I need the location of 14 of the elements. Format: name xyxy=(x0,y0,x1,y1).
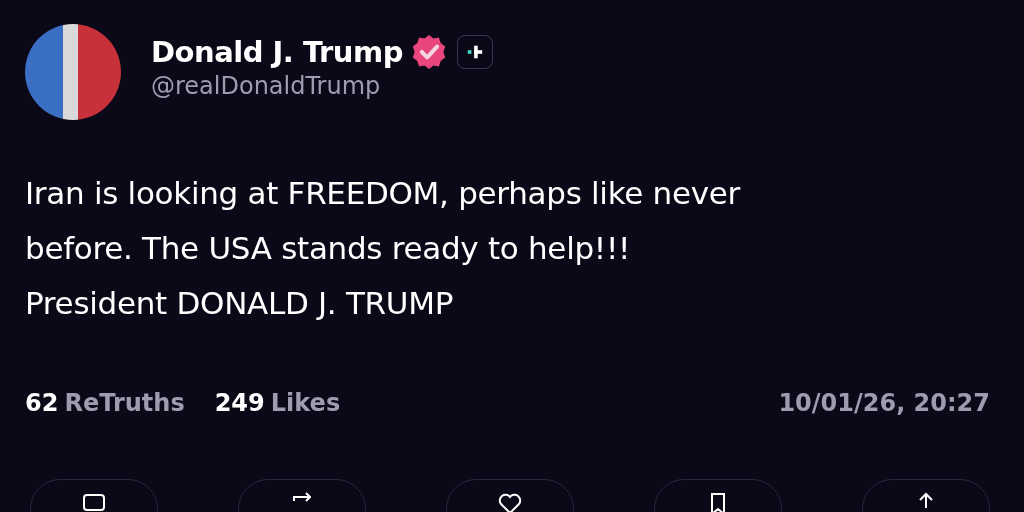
repost-icon xyxy=(293,492,311,502)
stat-label[interactable]: Likes xyxy=(270,389,341,417)
stat-label[interactable]: ReTruths xyxy=(64,389,185,417)
add-icon[interactable] xyxy=(456,35,493,69)
comment-icon xyxy=(82,492,106,512)
post-text-line: before. The USA stands ready to help!!! xyxy=(25,229,632,268)
heart-icon xyxy=(498,492,522,512)
stat-count: 62 xyxy=(25,389,59,417)
author-name[interactable]: Donald J. Trump xyxy=(151,35,403,69)
post-timestamp: 10/01/26, 20:27 xyxy=(778,389,990,417)
post-text-line: President DONALD J. TRUMP xyxy=(25,284,455,323)
post-text-line: Iran is looking at FREEDOM, perhaps like never xyxy=(25,174,742,213)
author-handle[interactable]: @realDonaldTrump xyxy=(151,72,493,100)
stat-count: 249 xyxy=(214,389,265,417)
